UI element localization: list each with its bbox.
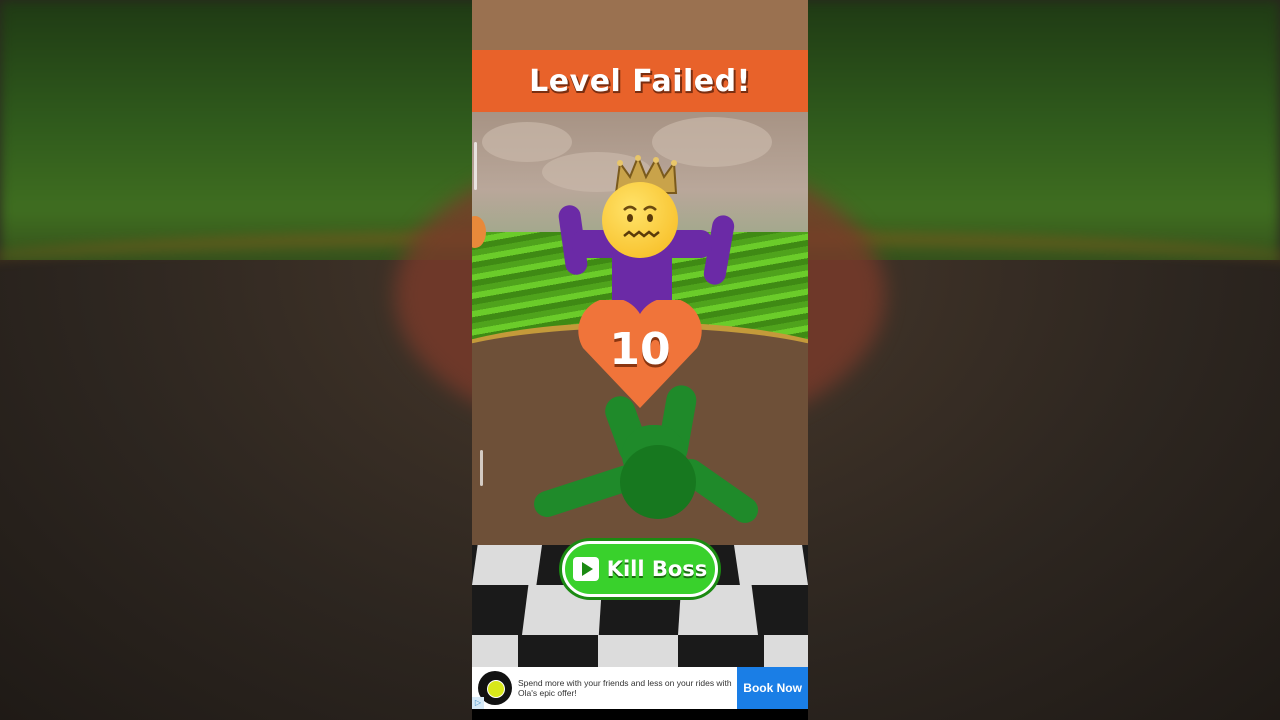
book-now-button[interactable]: Book Now [737,667,808,709]
top-strip [472,0,808,50]
ad-banner[interactable]: Spend more with your friends and less on… [472,667,808,709]
left-edge-handle-lower [480,450,483,486]
kill-boss-button[interactable]: Kill Boss [562,541,718,597]
boss-health-value: 10 [609,324,671,375]
banner-title: Level Failed! [529,63,751,99]
worried-emoji-icon [602,182,678,258]
ad-text: Spend more with your friends and less on… [518,678,732,698]
level-failed-banner: Level Failed! [472,50,808,112]
kill-boss-label: Kill Boss [606,557,708,581]
player-head [620,445,696,519]
bottom-bar [472,709,808,720]
play-icon [572,557,599,581]
ad-choices-icon[interactable]: ▷ [472,697,484,709]
left-edge-handle [474,142,477,190]
game-viewport[interactable]: Level Failed! 10 Kill Boss [472,0,808,720]
